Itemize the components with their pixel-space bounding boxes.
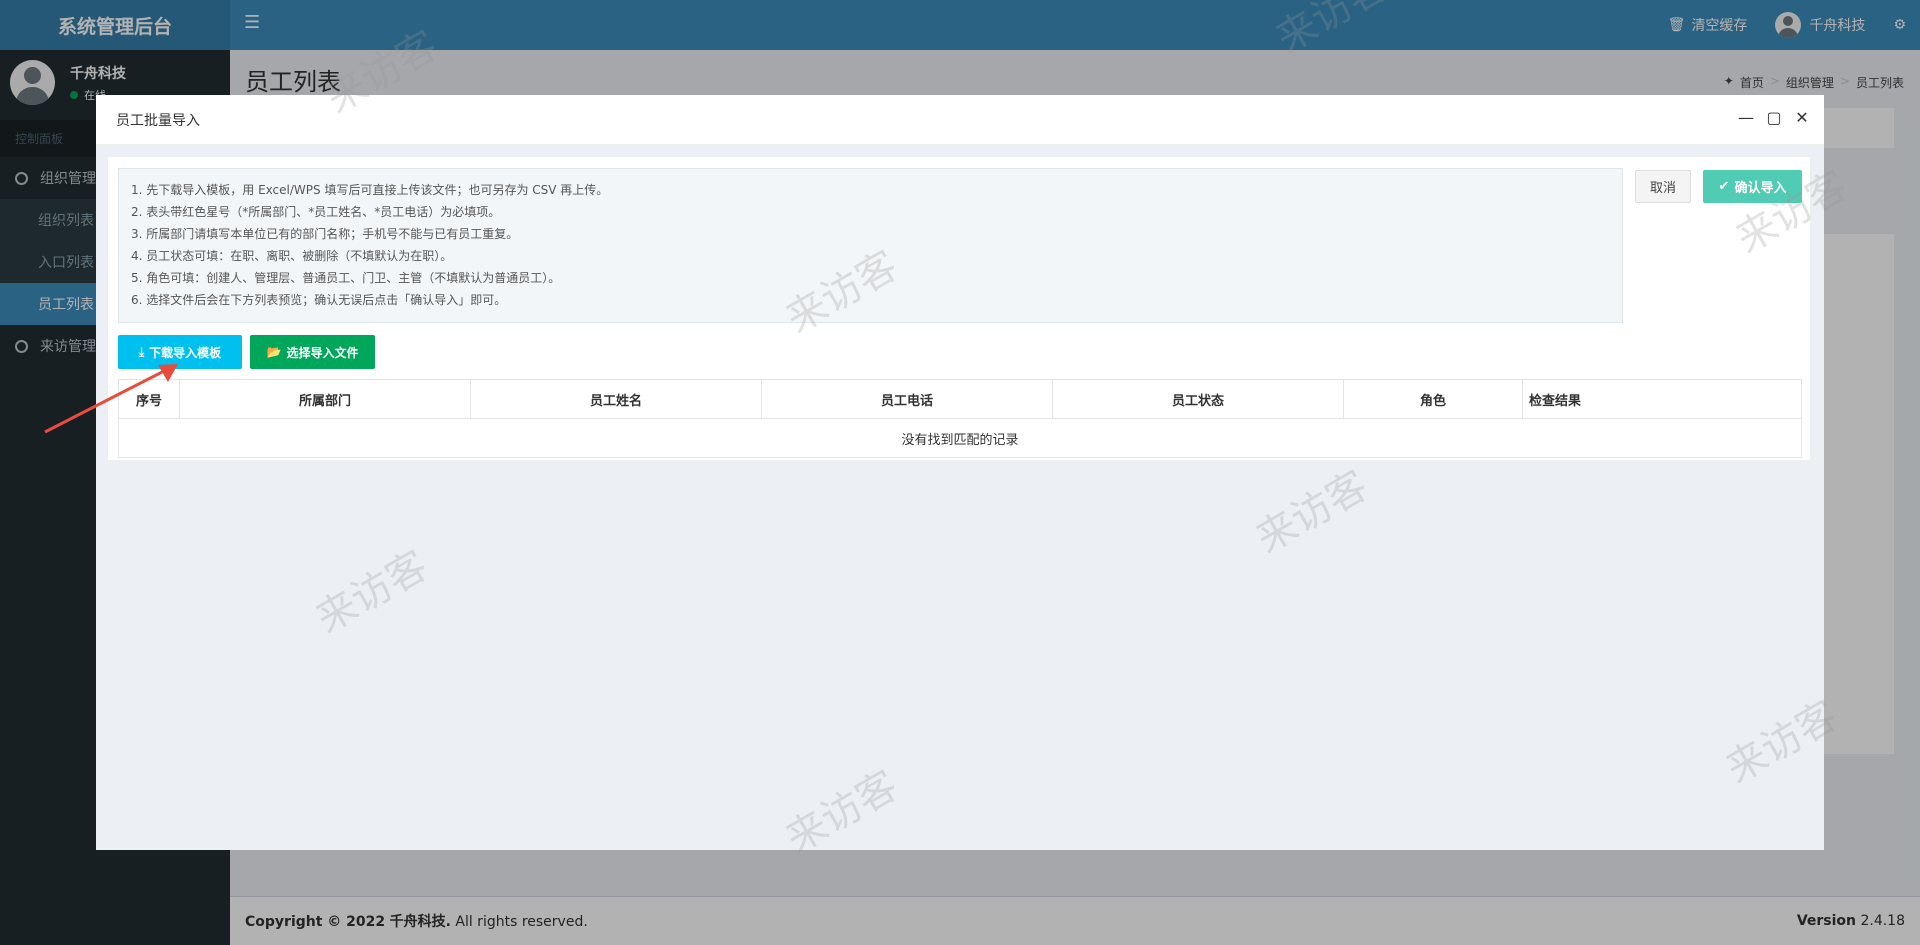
close-icon[interactable]: ✕ <box>1794 108 1810 127</box>
annotation-arrow-icon <box>44 364 178 434</box>
minimize-icon[interactable]: — <box>1738 108 1754 127</box>
instruction-line: 1. 先下载导入模板，用 Excel/WPS 填写后可直接上传该文件；也可另存为… <box>131 183 609 197</box>
column-header-phone[interactable]: 员工电话 <box>761 379 1053 419</box>
instruction-line: 3. 所属部门请填写本单位已有的部门名称；手机号不能与已有员工重复。 <box>131 227 519 241</box>
column-header-department[interactable]: 所属部门 <box>179 379 471 419</box>
cancel-button[interactable]: 取消 <box>1635 170 1691 203</box>
instruction-line: 2. 表头带红色星号（*所属部门、*员工姓名、*员工电话）为必填项。 <box>131 205 501 219</box>
instruction-line: 6. 选择文件后会在下方列表预览；确认无误后点击「确认导入」即可。 <box>131 293 507 307</box>
column-header-status[interactable]: 员工状态 <box>1052 379 1344 419</box>
empty-message: 没有找到匹配的记录 <box>118 418 1802 458</box>
instruction-line: 4. 员工状态可填：在职、离职、被删除（不填默认为在职）。 <box>131 249 453 263</box>
check-icon: ✔ <box>1718 179 1730 194</box>
select-file-label: 选择导入文件 <box>286 345 359 360</box>
modal-header: 员工批量导入 — ▢ ✕ <box>96 95 1824 145</box>
column-header-check-result[interactable]: 检查结果 <box>1522 379 1802 419</box>
select-file-button[interactable]: 📂 选择导入文件 <box>250 335 375 369</box>
modal-title: 员工批量导入 <box>116 112 200 129</box>
instruction-line: 5. 角色可填：创建人、管理层、普通员工、门卫、主管（不填默认为普通员工）。 <box>131 271 561 285</box>
download-template-label: 下载导入模板 <box>149 345 222 360</box>
folder-open-icon: 📂 <box>266 345 282 359</box>
import-instructions: 1. 先下载导入模板，用 Excel/WPS 填写后可直接上传该文件；也可另存为… <box>118 168 1623 323</box>
column-header-role[interactable]: 角色 <box>1343 379 1523 419</box>
preview-table: 序号 所属部门 员工姓名 员工电话 员工状态 角色 检查结果 没有找到匹配的记录 <box>118 379 1802 458</box>
maximize-icon[interactable]: ▢ <box>1766 108 1782 127</box>
table-header-row: 序号 所属部门 员工姓名 员工电话 员工状态 角色 检查结果 <box>118 379 1802 419</box>
confirm-import-button[interactable]: ✔ 确认导入 <box>1703 170 1802 203</box>
table-row: 没有找到匹配的记录 <box>118 418 1802 458</box>
download-icon: ⤓ <box>138 344 145 359</box>
column-header-name[interactable]: 员工姓名 <box>470 379 762 419</box>
confirm-import-label: 确认导入 <box>1734 181 1787 196</box>
import-modal: 员工批量导入 — ▢ ✕ 1. 先下载导入模板，用 Excel/WPS 填写后可… <box>96 95 1824 850</box>
modal-body: 1. 先下载导入模板，用 Excel/WPS 填写后可直接上传该文件；也可另存为… <box>108 157 1810 460</box>
